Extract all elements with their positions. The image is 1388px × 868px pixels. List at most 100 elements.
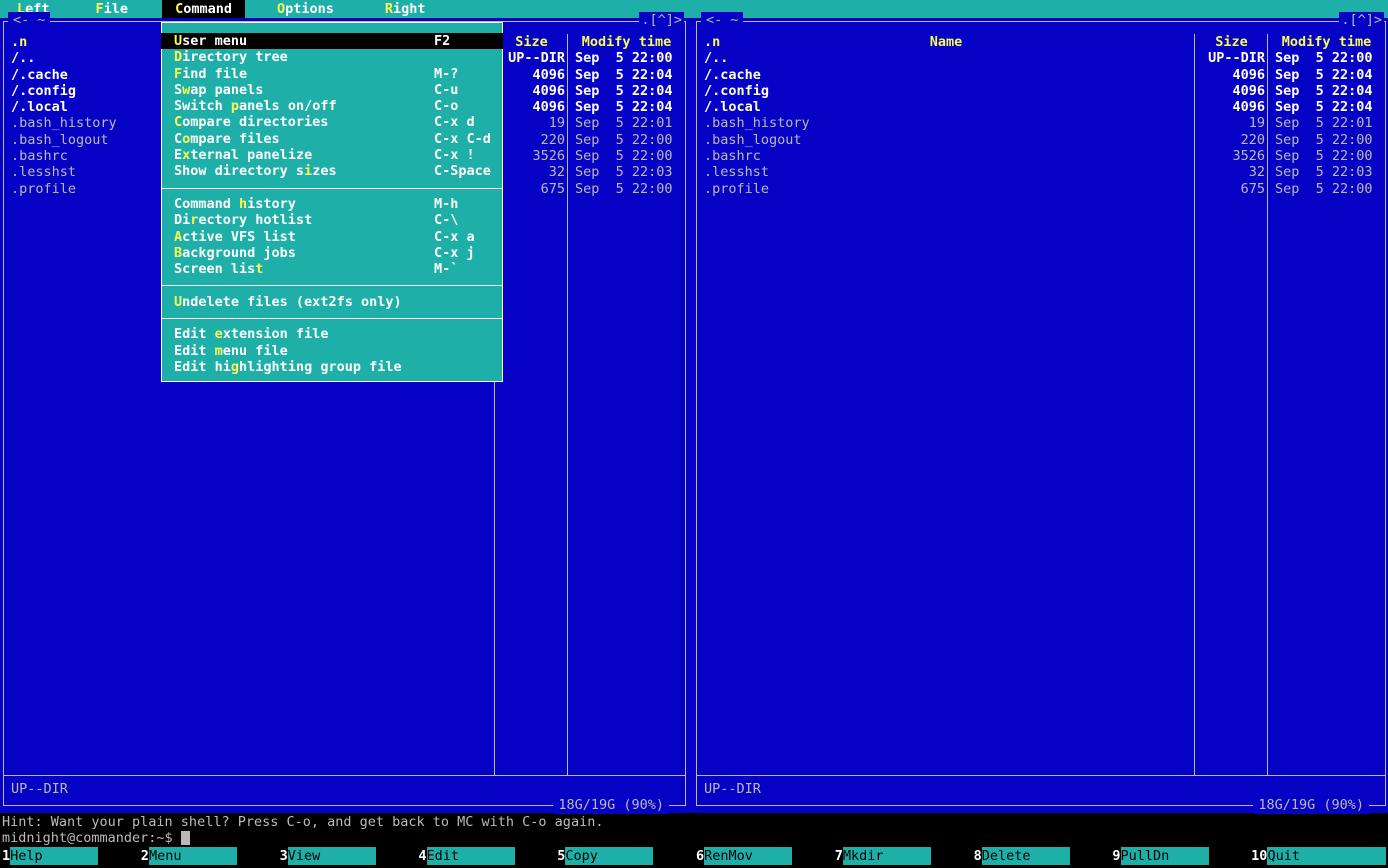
menu-item-screen-list[interactable]: Screen listM-` bbox=[162, 261, 502, 277]
file-name: /.config bbox=[697, 83, 1195, 99]
file-name: .bash_logout bbox=[697, 132, 1195, 148]
menu-item-edit-extension-file[interactable]: Edit extension file bbox=[162, 326, 502, 342]
file-mtime: Sep 5 22:00 bbox=[1268, 132, 1385, 148]
history-back-icon[interactable]: <- bbox=[13, 12, 29, 28]
shortcut-label: M-h bbox=[434, 196, 458, 212]
shortcut-label: C-x C-d bbox=[434, 131, 491, 147]
right-panel-file-list: .nName Size Modify time /..UP--DIRSep 5 … bbox=[697, 34, 1385, 197]
file-row[interactable]: /.cache4096Sep 5 22:04 bbox=[697, 67, 1385, 83]
fkey-help-button[interactable]: 1Help bbox=[0, 847, 139, 865]
menu-item-external-panelize[interactable]: External panelizeC-x ! bbox=[162, 147, 502, 163]
shell-command-line[interactable]: midnight@commander:~$ bbox=[2, 830, 190, 847]
sort-indicator: .n bbox=[11, 34, 27, 50]
file-mtime: Sep 5 22:01 bbox=[568, 115, 685, 131]
fkey-quit-button[interactable]: 10Quit bbox=[1249, 847, 1388, 865]
file-size: 32 bbox=[495, 164, 568, 180]
menu-separator bbox=[162, 310, 502, 326]
fkey-view-button[interactable]: 3View bbox=[278, 847, 417, 865]
left-panel-nav-icons[interactable]: .[^]> bbox=[639, 12, 684, 29]
fkey-number: 6 bbox=[694, 847, 704, 865]
file-mtime: Sep 5 22:00 bbox=[568, 132, 685, 148]
file-mtime: Sep 5 22:04 bbox=[568, 67, 685, 83]
file-name: .lesshst bbox=[697, 164, 1195, 180]
file-mtime: Sep 5 22:00 bbox=[568, 50, 685, 66]
left-header-size-column[interactable]: Size bbox=[495, 34, 568, 50]
fkey-renmov-button[interactable]: 6RenMov bbox=[694, 847, 833, 865]
fkey-number: 1 bbox=[0, 847, 10, 865]
fkey-number: 9 bbox=[1110, 847, 1120, 865]
menu-item-edit-highlighting-group-file[interactable]: Edit highlighting group file bbox=[162, 359, 502, 375]
file-mtime: Sep 5 22:03 bbox=[568, 164, 685, 180]
menu-item-directory-tree[interactable]: Directory tree bbox=[162, 49, 502, 65]
fkey-number: 3 bbox=[278, 847, 288, 865]
right-header-size-column[interactable]: Size bbox=[1195, 34, 1268, 50]
file-mtime: Sep 5 22:00 bbox=[568, 181, 685, 197]
left-header-mtime-column[interactable]: Modify time bbox=[568, 34, 685, 50]
file-row[interactable]: .bashrc3526Sep 5 22:00 bbox=[697, 148, 1385, 164]
menu-item-directory-hotlist[interactable]: Directory hotlistC-\ bbox=[162, 212, 502, 228]
file-mtime: Sep 5 22:04 bbox=[1268, 67, 1385, 83]
menu-item-background-jobs[interactable]: Background jobsC-x j bbox=[162, 245, 502, 261]
fkey-label: Edit bbox=[427, 847, 515, 865]
file-size: 4096 bbox=[495, 83, 568, 99]
menubar-item-right[interactable]: Right bbox=[377, 0, 434, 18]
menu-item-show-directory-sizes[interactable]: Show directory sizesC-Space bbox=[162, 163, 502, 179]
right-header-name-column[interactable]: .nName bbox=[697, 34, 1195, 50]
file-row[interactable]: /..UP--DIRSep 5 22:00 bbox=[697, 50, 1385, 66]
file-mtime: Sep 5 22:00 bbox=[1268, 50, 1385, 66]
fkey-pulldn-button[interactable]: 9PullDn bbox=[1110, 847, 1249, 865]
file-row[interactable]: /.config4096Sep 5 22:04 bbox=[697, 83, 1385, 99]
menu-item-swap-panels[interactable]: Swap panelsC-u bbox=[162, 82, 502, 98]
file-mtime: Sep 5 22:04 bbox=[1268, 99, 1385, 115]
menubar-command-hotkey: C bbox=[175, 1, 183, 17]
fkey-delete-button[interactable]: 8Delete bbox=[972, 847, 1111, 865]
shortcut-label: F2 bbox=[434, 33, 450, 49]
history-back-icon[interactable]: <- bbox=[706, 12, 722, 28]
file-row[interactable]: .bash_history19Sep 5 22:01 bbox=[697, 115, 1385, 131]
fkey-label: PullDn bbox=[1121, 847, 1209, 865]
right-header-mtime-column[interactable]: Modify time bbox=[1268, 34, 1385, 50]
left-panel-mini-status: UP--DIR bbox=[11, 781, 68, 797]
file-row[interactable]: /.local4096Sep 5 22:04 bbox=[697, 99, 1385, 115]
file-size: 3526 bbox=[495, 148, 568, 164]
menu-item-user-menu[interactable]: User menuF2 bbox=[161, 33, 503, 49]
fkey-edit-button[interactable]: 4Edit bbox=[416, 847, 555, 865]
menu-item-compare-directories[interactable]: Compare directoriesC-x d bbox=[162, 114, 502, 130]
file-mtime: Sep 5 22:01 bbox=[1268, 115, 1385, 131]
file-mtime: Sep 5 22:03 bbox=[1268, 164, 1385, 180]
menubar-item-file[interactable]: File bbox=[88, 0, 137, 18]
fkey-menu-button[interactable]: 2Menu bbox=[139, 847, 278, 865]
shortcut-label: C-x ! bbox=[434, 147, 475, 163]
file-size: 675 bbox=[1195, 181, 1268, 197]
right-panel-nav-icons[interactable]: .[^]> bbox=[1339, 12, 1384, 29]
fkey-number: 10 bbox=[1249, 847, 1267, 865]
right-panel: <-~ .[^]> .nName Size Modify time /..UP-… bbox=[696, 21, 1386, 806]
menu-item-active-vfs-list[interactable]: Active VFS listC-x a bbox=[162, 229, 502, 245]
file-row[interactable]: .bash_logout220Sep 5 22:00 bbox=[697, 132, 1385, 148]
menubar-right-hotkey: R bbox=[385, 1, 393, 17]
fkey-label: Copy bbox=[565, 847, 653, 865]
shortcut-label: C-Space bbox=[434, 163, 491, 179]
menubar-file-label: ile bbox=[104, 1, 128, 17]
menu-separator bbox=[162, 180, 502, 196]
menu-item-edit-menu-file[interactable]: Edit menu file bbox=[162, 343, 502, 359]
fkey-number: 4 bbox=[416, 847, 426, 865]
file-size: 3526 bbox=[1195, 148, 1268, 164]
right-panel-header-row: .nName Size Modify time bbox=[697, 34, 1385, 50]
menubar-item-command-selected[interactable]: Command bbox=[162, 0, 245, 18]
menu-item-switch-panels[interactable]: Switch panels on/offC-o bbox=[162, 98, 502, 114]
file-row[interactable]: .lesshst32Sep 5 22:03 bbox=[697, 164, 1385, 180]
shortcut-label: M-` bbox=[434, 261, 458, 277]
fkey-copy-button[interactable]: 5Copy bbox=[555, 847, 694, 865]
menu-item-compare-files[interactable]: Compare filesC-x C-d bbox=[162, 131, 502, 147]
menu-item-undelete-files[interactable]: Undelete files (ext2fs only) bbox=[162, 294, 502, 310]
menu-item-command-history[interactable]: Command historyM-h bbox=[162, 196, 502, 212]
fkey-label: Delete bbox=[982, 847, 1070, 865]
file-row[interactable]: .profile675Sep 5 22:00 bbox=[697, 181, 1385, 197]
fkey-label: Quit bbox=[1267, 847, 1386, 865]
menubar-item-options[interactable]: Options bbox=[269, 0, 342, 18]
file-size: 220 bbox=[1195, 132, 1268, 148]
menubar-file-hotkey: F bbox=[96, 1, 104, 17]
menu-item-find-file[interactable]: Find fileM-? bbox=[162, 66, 502, 82]
fkey-mkdir-button[interactable]: 7Mkdir bbox=[833, 847, 972, 865]
